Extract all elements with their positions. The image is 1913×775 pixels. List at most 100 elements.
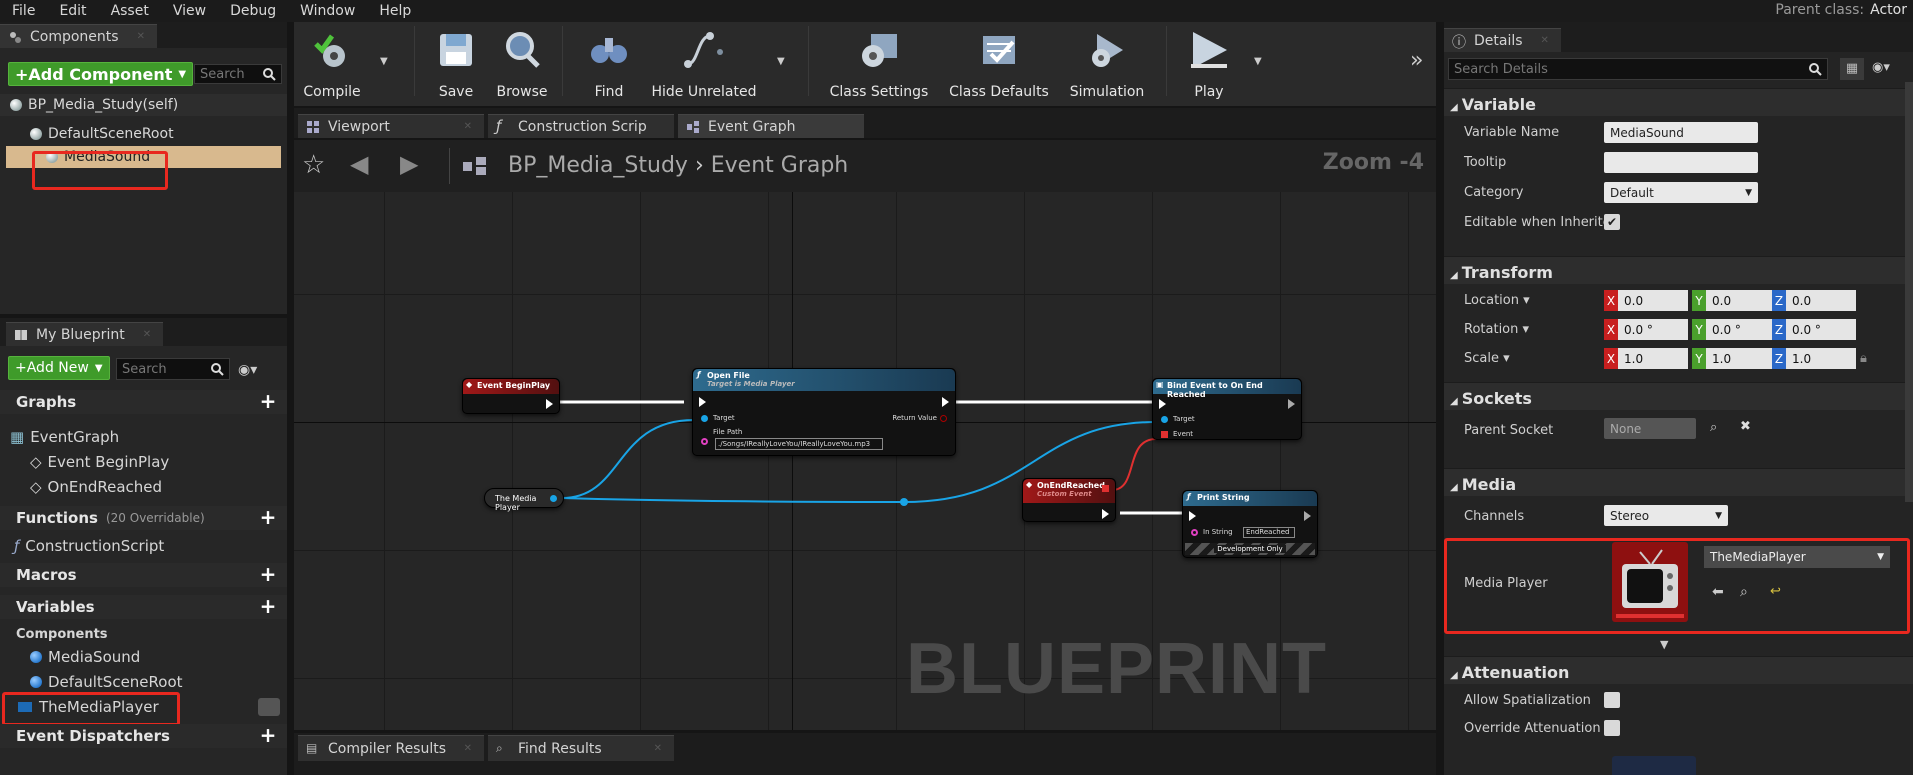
my-blueprint-search-input[interactable]: Search: [116, 358, 230, 380]
close-icon[interactable]: ✕: [464, 743, 472, 754]
target-pin[interactable]: [1161, 416, 1168, 423]
exec-out-pin[interactable]: [1102, 509, 1109, 519]
menu-debug[interactable]: Debug: [218, 3, 288, 19]
event-pin[interactable]: [1161, 431, 1168, 438]
file-path-input[interactable]: ./Songs/IReallyLoveYou/IReallyLoveYou.mp…: [715, 438, 883, 450]
add-macro-icon[interactable]: +: [259, 564, 277, 584]
visibility-eye-icon[interactable]: ◉▾: [238, 362, 257, 378]
allow-spatialization-checkbox[interactable]: [1604, 692, 1620, 708]
target-pin[interactable]: [701, 415, 708, 422]
parent-class-value[interactable]: Actor: [1870, 2, 1907, 18]
return-value-pin[interactable]: [940, 415, 947, 422]
exec-out-pin[interactable]: [1288, 399, 1295, 409]
var-default-scene-root[interactable]: DefaultSceneRoot: [30, 671, 183, 692]
scale-z[interactable]: Z 1.0: [1772, 348, 1856, 369]
attenuation-settings-thumbnail[interactable]: [1612, 756, 1696, 775]
compile-options-icon[interactable]: ▼: [380, 56, 388, 67]
transform-section[interactable]: ◢ Transform: [1444, 256, 1913, 284]
tab-compiler-results[interactable]: ▤ Compiler Results ✕: [298, 735, 484, 761]
variables-section[interactable]: Variables +: [0, 595, 287, 619]
property-matrix-icon[interactable]: ▦: [1840, 58, 1864, 80]
components-tab[interactable]: Components ✕: [0, 24, 157, 48]
location-y[interactable]: Y 0.0: [1692, 290, 1776, 311]
self-item[interactable]: BP_Media_Study(self): [0, 94, 287, 116]
exec-in-pin[interactable]: [1189, 511, 1196, 521]
menu-help[interactable]: Help: [367, 3, 423, 19]
toolbar-overflow-icon[interactable]: »: [1410, 48, 1423, 73]
play-options-icon[interactable]: ▼: [1254, 56, 1262, 67]
rotation-x[interactable]: X 0.0 °: [1604, 319, 1688, 340]
forward-arrow-icon[interactable]: ▶: [400, 150, 418, 178]
compile-button[interactable]: Compile: [296, 22, 368, 100]
reset-to-default-icon[interactable]: ↩: [1770, 584, 1781, 599]
output-pin[interactable]: [550, 495, 557, 502]
var-the-media-player[interactable]: TheMediaPlayer: [18, 696, 159, 717]
add-new-button[interactable]: +Add New ▼: [8, 356, 110, 380]
exec-out-pin[interactable]: [942, 397, 949, 407]
menu-window[interactable]: Window: [288, 3, 367, 19]
node-event-begin-play[interactable]: ◆ Event BeginPlay: [462, 378, 560, 414]
node-print-string[interactable]: ƒ Print String In String EndReached Devel…: [1182, 490, 1318, 558]
media-sound-item[interactable]: MediaSound: [6, 146, 281, 168]
simulation-button[interactable]: Simulation: [1066, 22, 1148, 100]
exec-in-pin[interactable]: [699, 397, 706, 407]
functions-section[interactable]: Functions (20 Overridable) +: [0, 506, 287, 530]
add-variable-icon[interactable]: +: [259, 596, 277, 616]
browse-button[interactable]: Browse: [488, 22, 556, 100]
variable-name-input[interactable]: MediaSound: [1604, 122, 1758, 143]
hide-unrelated-button[interactable]: Hide Unrelated: [650, 22, 758, 100]
on-end-reached-item[interactable]: ◇ OnEndReached: [30, 476, 162, 497]
play-button[interactable]: Play: [1176, 22, 1242, 100]
menu-file[interactable]: File: [0, 3, 47, 19]
favorite-star-icon[interactable]: ☆: [302, 150, 325, 180]
delegate-pin[interactable]: [1102, 485, 1109, 492]
in-string-input[interactable]: EndReached: [1243, 527, 1295, 538]
event-dispatchers-section[interactable]: Event Dispatchers +: [0, 724, 287, 748]
add-function-icon[interactable]: +: [259, 507, 277, 527]
exec-in-pin[interactable]: [1159, 399, 1166, 409]
location-x[interactable]: X 0.0: [1604, 290, 1688, 311]
tab-construction-script[interactable]: ƒ Construction Scrip: [488, 114, 674, 138]
close-icon[interactable]: ✕: [654, 743, 662, 754]
back-arrow-icon[interactable]: ◀: [350, 150, 368, 178]
in-string-pin[interactable]: [1191, 529, 1198, 536]
class-settings-button[interactable]: Class Settings: [826, 22, 932, 100]
node-on-end-reached[interactable]: ◆ OnEndReached Custom Event: [1022, 478, 1116, 522]
media-player-asset-dropdown[interactable]: TheMediaPlayer ▼: [1704, 546, 1890, 568]
event-begin-play-item[interactable]: ◇ Event BeginPlay: [30, 451, 169, 472]
menu-asset[interactable]: Asset: [99, 3, 161, 19]
node-bind-event[interactable]: ▣ Bind Event to On End Reached Target Eve…: [1152, 378, 1302, 440]
scale-y[interactable]: Y 1.0: [1692, 348, 1776, 369]
visibility-eye-icon[interactable]: ◉▾: [1872, 60, 1890, 75]
menu-view[interactable]: View: [161, 3, 218, 19]
use-selected-arrow-icon[interactable]: ⬅: [1712, 584, 1724, 600]
exec-out-pin[interactable]: [1304, 511, 1311, 521]
tab-viewport[interactable]: Viewport ✕: [298, 114, 484, 138]
close-icon[interactable]: ✕: [137, 31, 145, 42]
my-blueprint-tab[interactable]: My Blueprint ✕: [6, 322, 164, 346]
add-graph-icon[interactable]: +: [259, 391, 277, 411]
node-media-player-ref[interactable]: The Media Player: [484, 488, 564, 512]
parent-socket-input[interactable]: None: [1604, 418, 1696, 439]
breadcrumb-blueprint[interactable]: BP_Media_Study: [508, 153, 688, 178]
close-icon[interactable]: ✕: [464, 121, 472, 132]
menu-edit[interactable]: Edit: [47, 3, 98, 19]
media-section[interactable]: ◢ Media: [1444, 468, 1913, 496]
channels-dropdown[interactable]: Stereo ▼: [1604, 505, 1728, 526]
close-icon[interactable]: ✕: [143, 329, 151, 340]
save-button[interactable]: Save: [422, 22, 490, 100]
scale-label[interactable]: Scale ▾: [1464, 351, 1510, 366]
exec-out-pin[interactable]: [546, 399, 553, 409]
sockets-section[interactable]: ◢ Sockets: [1444, 382, 1913, 410]
macros-section[interactable]: Macros +: [0, 563, 287, 587]
add-component-button[interactable]: +Add Component ▼: [8, 62, 194, 86]
clear-icon[interactable]: ✖: [1740, 419, 1751, 434]
rotation-z[interactable]: Z 0.0 °: [1772, 319, 1856, 340]
rotation-label[interactable]: Rotation ▾: [1464, 322, 1529, 337]
variable-type-toggle[interactable]: [258, 698, 280, 716]
event-graph-item[interactable]: ▦ EventGraph: [10, 426, 119, 447]
expand-advanced-icon[interactable]: ▼: [1660, 638, 1668, 651]
tooltip-input[interactable]: [1604, 152, 1758, 173]
add-dispatcher-icon[interactable]: +: [259, 725, 277, 745]
variable-section[interactable]: ◢ Variable: [1444, 88, 1913, 116]
